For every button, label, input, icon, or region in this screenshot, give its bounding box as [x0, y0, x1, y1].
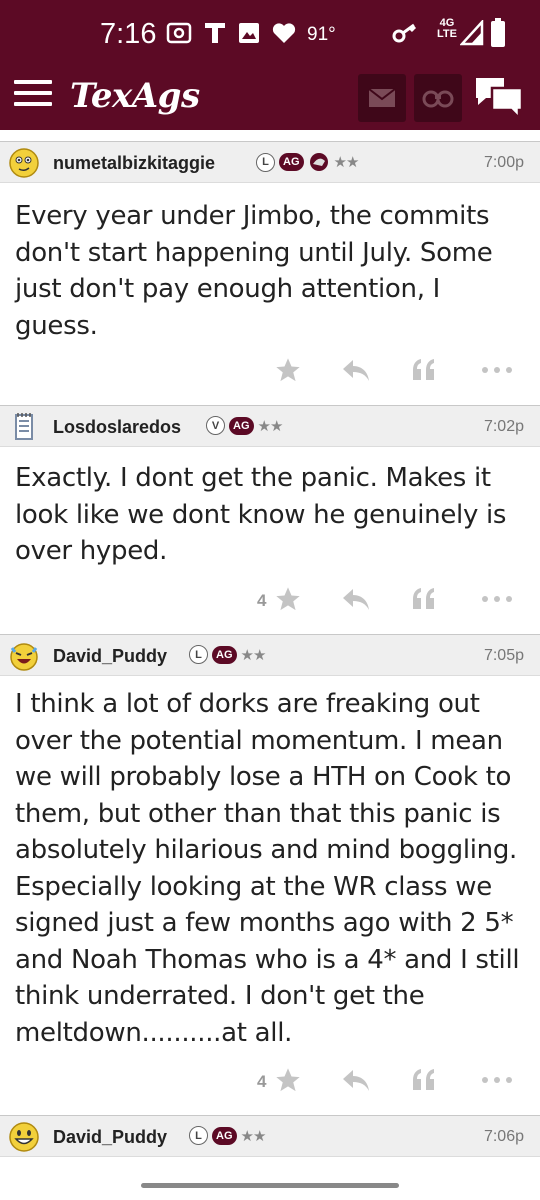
reply-button[interactable]: [341, 1066, 371, 1094]
more-button[interactable]: [481, 366, 513, 374]
heart-icon: [272, 23, 296, 43]
binoculars-button[interactable]: [414, 74, 462, 122]
user-badges: V AG ★★: [206, 416, 284, 435]
mail-icon: [368, 88, 396, 107]
app-header: TexAgs: [0, 66, 540, 130]
post-time: 7:00p: [483, 154, 524, 171]
reply-button[interactable]: [341, 356, 371, 384]
username[interactable]: numetalbizkitaggie: [53, 153, 215, 174]
key-icon: [392, 23, 417, 43]
rating-stars: ★★: [257, 417, 284, 435]
notepad-icon: [15, 413, 33, 440]
star-button[interactable]: [274, 585, 302, 613]
badge-letter: L: [189, 645, 208, 664]
network-indicator: 4G LTE: [437, 17, 457, 40]
home-indicator[interactable]: [141, 1183, 399, 1188]
signal-icon: [460, 20, 484, 46]
chat-icon: [476, 78, 524, 122]
mail-button[interactable]: [358, 74, 406, 122]
laughing-face-icon: [10, 643, 38, 671]
post-actions: 4: [0, 1062, 540, 1102]
badge-letter: V: [206, 416, 225, 435]
team-logo-icon: [309, 153, 328, 171]
post-time: 7:05p: [483, 647, 524, 664]
image-icon: [239, 23, 259, 43]
smiley-face-icon: [9, 148, 39, 178]
post-header: David_Puddy L AG ★★ 7:06p: [0, 1115, 540, 1157]
chat-button[interactable]: [472, 74, 526, 122]
username[interactable]: David_Puddy: [53, 1127, 167, 1148]
status-time: 7:16: [100, 18, 157, 50]
post-header: David_Puddy L AG ★★ 7:05p: [0, 634, 540, 676]
badge-ag: AG: [212, 645, 237, 664]
quote-button[interactable]: [410, 585, 438, 613]
grinning-face-icon: [9, 1122, 39, 1152]
post-body: Exactly. I dont get the panic. Makes it …: [15, 463, 507, 566]
username[interactable]: David_Puddy: [53, 646, 167, 667]
badge-letter: L: [256, 152, 275, 172]
post-time: 7:06p: [483, 1128, 524, 1145]
post-body: Every year under Jimbo, the commits don'…: [15, 201, 493, 341]
binoculars-icon: [422, 90, 454, 108]
post-time: 7:02p: [483, 418, 524, 435]
quote-button[interactable]: [410, 1066, 438, 1094]
post-actions: 4: [0, 581, 540, 621]
more-button[interactable]: [481, 595, 513, 603]
star-count: 4: [257, 591, 267, 610]
badge-ag: AG: [212, 1126, 237, 1145]
badge-ag: AG: [229, 416, 254, 435]
site-logo[interactable]: TexAgs: [70, 76, 200, 116]
post-actions: [0, 352, 540, 392]
post-header: Losdoslaredos V AG ★★ 7:02p: [0, 405, 540, 447]
post-body: I think a lot of dorks are freaking out …: [15, 689, 520, 1048]
reply-button[interactable]: [341, 585, 371, 613]
star-button[interactable]: [274, 1066, 302, 1094]
rating-stars: ★★: [333, 154, 360, 171]
badge-letter: L: [189, 1126, 208, 1145]
status-bar: 7:16 91° 4G LTE: [0, 0, 540, 66]
user-badges: L AG ★★: [189, 645, 267, 664]
more-button[interactable]: [481, 1076, 513, 1084]
rating-stars: ★★: [240, 1127, 267, 1145]
menu-icon[interactable]: [14, 80, 52, 112]
user-badges: L AG ★★: [189, 1126, 267, 1145]
star-count: 4: [257, 1072, 267, 1091]
cast-icon: [166, 22, 192, 44]
badge-ag: AG: [279, 153, 304, 171]
user-badges: L AG ★★: [256, 152, 360, 172]
t-app-icon: [205, 23, 225, 43]
battery-icon: [491, 18, 505, 47]
post-header: numetalbizkitaggie L AG ★★ 7:00p: [0, 141, 540, 183]
status-temperature: 91°: [307, 24, 336, 45]
username[interactable]: Losdoslaredos: [53, 417, 181, 438]
star-button[interactable]: [274, 356, 302, 384]
quote-button[interactable]: [410, 356, 438, 384]
rating-stars: ★★: [240, 646, 267, 664]
